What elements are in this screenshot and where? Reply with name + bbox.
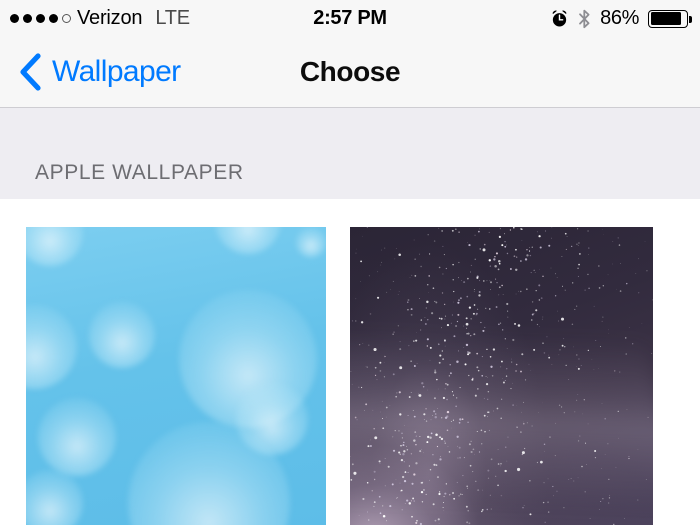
signal-dot-filled bbox=[36, 14, 45, 23]
status-bar-left: Verizon LTE bbox=[10, 7, 190, 30]
clock-label: 2:57 PM bbox=[313, 7, 387, 29]
wallpaper-grid bbox=[0, 199, 700, 525]
signal-strength-dots bbox=[10, 14, 71, 23]
signal-dot-filled bbox=[23, 14, 32, 23]
bokeh-circle bbox=[38, 398, 116, 476]
signal-dot-filled bbox=[10, 14, 19, 23]
bokeh-circle bbox=[296, 227, 326, 257]
battery-percent-label: 86% bbox=[600, 7, 639, 29]
carrier-label: Verizon bbox=[77, 7, 143, 29]
navigation-bar: Wallpaper Choose bbox=[0, 37, 700, 108]
bluetooth-icon bbox=[578, 9, 591, 29]
battery-icon bbox=[648, 9, 692, 28]
starfield-wallpaper-image bbox=[350, 227, 653, 525]
bokeh-circle bbox=[89, 302, 155, 368]
signal-dot-empty bbox=[62, 14, 71, 23]
signal-dot-filled bbox=[49, 14, 58, 23]
section-header: APPLE WALLPAPER bbox=[0, 108, 700, 199]
bokeh-circle bbox=[26, 227, 83, 266]
bokeh-circle bbox=[26, 305, 77, 389]
blue-bokeh-wallpaper-image bbox=[26, 227, 326, 525]
section-header-label: APPLE WALLPAPER bbox=[35, 161, 244, 184]
stars-layer bbox=[350, 227, 653, 525]
status-bar-right: 86% bbox=[550, 7, 692, 30]
page-title: Choose bbox=[299, 56, 401, 87]
bokeh-circle bbox=[215, 227, 281, 254]
network-type-label: LTE bbox=[155, 7, 190, 29]
battery-fill-level bbox=[650, 12, 681, 25]
bokeh-circle bbox=[26, 470, 83, 525]
alarm-clock-icon bbox=[550, 9, 569, 28]
wallpaper-thumbnail-starfield[interactable] bbox=[350, 227, 653, 525]
iphone-screen: Verizon LTE 2:57 PM 86% Wallpaper Choose… bbox=[0, 0, 700, 525]
status-bar: Verizon LTE 2:57 PM 86% bbox=[0, 0, 700, 37]
wallpaper-thumbnail-blue-bokeh[interactable] bbox=[26, 227, 326, 525]
